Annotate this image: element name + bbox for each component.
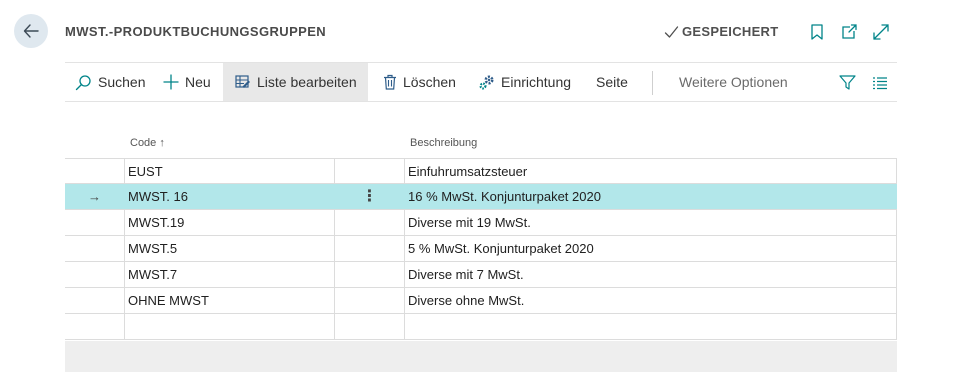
trash-icon	[384, 74, 396, 90]
code-cell[interactable]: EUST	[124, 159, 334, 184]
row-selector[interactable]	[65, 210, 124, 235]
delete-button[interactable]: Löschen	[383, 63, 456, 101]
setup-button[interactable]: Einrichtung	[478, 63, 571, 101]
edit-list-label: Liste bearbeiten	[257, 74, 357, 90]
row-menu[interactable]	[334, 159, 404, 184]
code-cell[interactable]: OHNE MWST	[124, 288, 334, 313]
table-row[interactable]: MWST.19 Diverse mit 19 MwSt.	[65, 210, 897, 236]
saved-label: GESPEICHERT	[682, 24, 779, 39]
table-row[interactable]: EUST Einfuhrumsatzsteuer	[65, 158, 897, 184]
table-row[interactable]: OHNE MWST Diverse ohne MwSt.	[65, 288, 897, 314]
edit-list-button[interactable]: Liste bearbeiten	[223, 63, 368, 101]
saved-status: GESPEICHERT	[664, 24, 778, 39]
table-row[interactable]: MWST.7 Diverse mit 7 MwSt.	[65, 262, 897, 288]
plus-icon	[163, 74, 179, 90]
search-label: Suchen	[98, 74, 146, 90]
row-selector[interactable]	[65, 288, 124, 313]
list-footer	[65, 341, 897, 372]
description-cell[interactable]: 5 % MwSt. Konjunturpaket 2020	[404, 236, 897, 261]
row-actions-menu-icon[interactable]: ⋮	[334, 184, 404, 209]
column-header-description[interactable]: Beschreibung	[410, 137, 477, 149]
page-label: Seite	[596, 74, 628, 90]
code-cell[interactable]: MWST.5	[124, 236, 334, 261]
description-cell[interactable]: Diverse mit 19 MwSt.	[404, 210, 897, 235]
row-menu[interactable]	[334, 314, 404, 339]
page-title: MWST.-PRODUKTBUCHUNGSGRUPPEN	[65, 24, 327, 39]
code-cell[interactable]: MWST.19	[124, 210, 334, 235]
more-options-label: Weitere Optionen	[679, 74, 788, 90]
row-menu[interactable]	[334, 262, 404, 287]
list-view-icon[interactable]	[872, 76, 888, 90]
open-new-icon[interactable]	[840, 23, 858, 41]
table-row-selected[interactable]: → MWST. 16 ⋮ 16 % MwSt. Konjunturpaket 2…	[65, 184, 897, 210]
toolbar-divider	[652, 71, 653, 95]
action-bar: Suchen Neu Liste bearbeiten Löschen Einr…	[65, 62, 897, 102]
code-cell[interactable]: MWST.7	[124, 262, 334, 287]
table-row[interactable]: MWST.5 5 % MwSt. Konjunturpaket 2020	[65, 236, 897, 262]
arrow-left-icon	[23, 24, 39, 38]
row-selector[interactable]	[65, 159, 124, 184]
edit-list-icon	[235, 75, 250, 88]
row-selector[interactable]	[65, 262, 124, 287]
column-header-code[interactable]: Code ↑	[130, 137, 165, 149]
filter-icon[interactable]	[839, 74, 856, 91]
row-selector[interactable]	[65, 236, 124, 261]
setup-label: Einrichtung	[501, 74, 572, 90]
more-options-button[interactable]: Weitere Optionen	[679, 63, 788, 101]
new-label: Neu	[185, 74, 211, 90]
checkmark-icon	[664, 25, 679, 38]
code-cell[interactable]: MWST. 16	[124, 184, 334, 209]
search-icon	[75, 74, 91, 90]
description-cell[interactable]	[404, 314, 897, 339]
row-menu[interactable]	[334, 210, 404, 235]
expand-icon[interactable]	[872, 23, 890, 41]
description-cell[interactable]: Diverse mit 7 MwSt.	[404, 262, 897, 287]
back-button[interactable]	[14, 14, 48, 48]
list-grid: EUST Einfuhrumsatzsteuer → MWST. 16 ⋮ 16…	[65, 158, 897, 340]
page-button[interactable]: Seite	[596, 63, 628, 101]
row-menu[interactable]	[334, 288, 404, 313]
new-button[interactable]: Neu	[163, 63, 211, 101]
row-selector[interactable]	[65, 314, 124, 339]
gear-icon	[479, 74, 494, 90]
search-button[interactable]: Suchen	[75, 63, 145, 101]
code-cell[interactable]	[124, 314, 334, 339]
description-cell[interactable]: 16 % MwSt. Konjunturpaket 2020	[404, 184, 897, 209]
new-row[interactable]	[65, 314, 897, 340]
delete-label: Löschen	[403, 74, 456, 90]
description-cell[interactable]: Einfuhrumsatzsteuer	[404, 159, 897, 184]
description-cell[interactable]: Diverse ohne MwSt.	[404, 288, 897, 313]
row-menu[interactable]	[334, 236, 404, 261]
row-selector-arrow-icon[interactable]: →	[65, 184, 124, 209]
bookmark-icon[interactable]	[808, 23, 826, 41]
